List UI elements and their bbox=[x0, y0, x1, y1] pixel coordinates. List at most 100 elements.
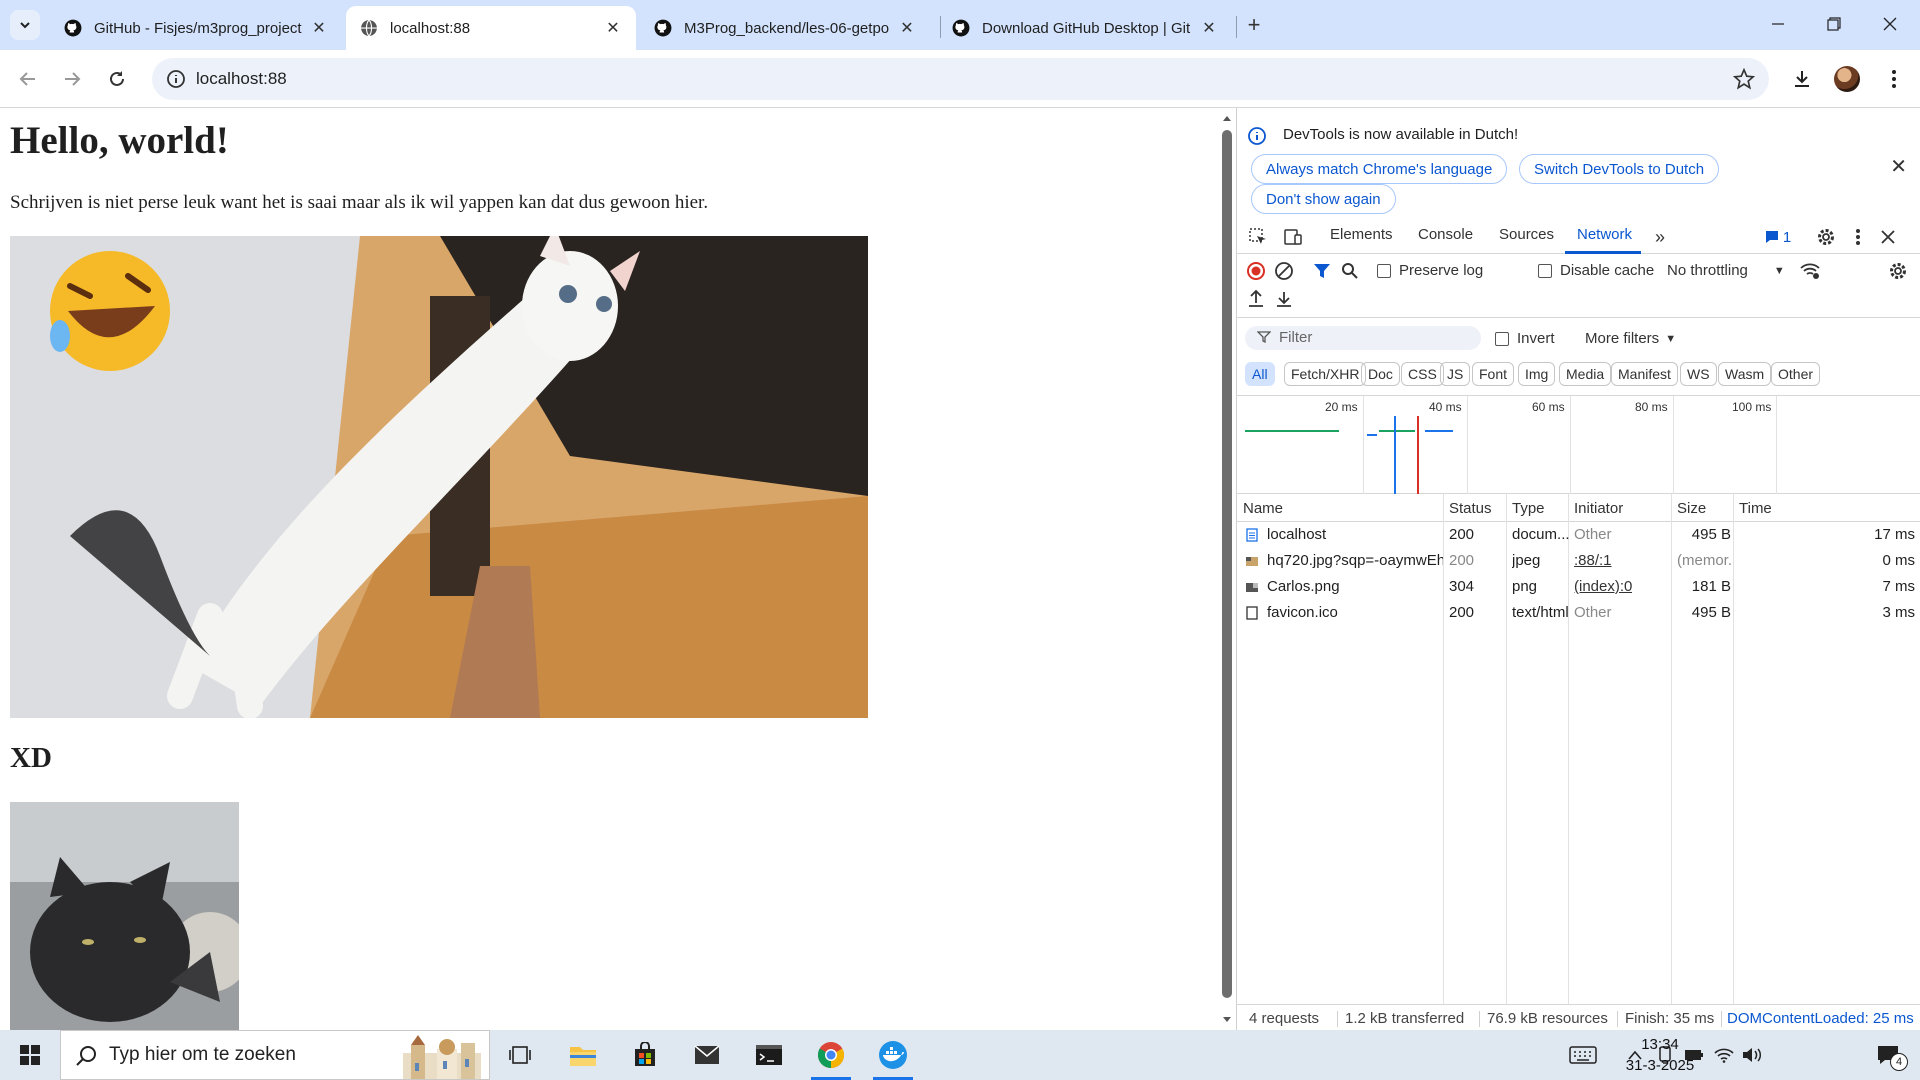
address-bar[interactable]: localhost:88 bbox=[152, 58, 1769, 100]
table-row[interactable]: hq720.jpg?sqp=-oaymwEhCK4... 200 jpeg :8… bbox=[1237, 548, 1920, 574]
task-view-button[interactable] bbox=[490, 1030, 550, 1080]
filter-funnel-icon[interactable] bbox=[1311, 260, 1333, 282]
start-button[interactable] bbox=[0, 1030, 60, 1080]
switch-to-dutch-button[interactable]: Switch DevTools to Dutch bbox=[1519, 154, 1720, 184]
export-har-icon[interactable] bbox=[1273, 288, 1295, 310]
file-explorer-app[interactable] bbox=[553, 1030, 613, 1080]
checkbox[interactable] bbox=[1495, 331, 1509, 346]
inspect-element-icon[interactable] bbox=[1247, 226, 1269, 248]
type-filter-js[interactable]: JS bbox=[1440, 362, 1471, 386]
terminal-app[interactable] bbox=[739, 1030, 799, 1080]
tab-elements[interactable]: Elements bbox=[1330, 226, 1393, 243]
tab-localhost[interactable]: localhost:88 ✕ bbox=[346, 6, 636, 50]
tab-github-desktop[interactable]: Download GitHub Desktop | Git ✕ bbox=[938, 6, 1232, 50]
chrome-menu-button[interactable] bbox=[1880, 65, 1908, 93]
disable-cache-checkbox[interactable]: Disable cache bbox=[1538, 262, 1654, 279]
network-settings-gear-icon[interactable] bbox=[1887, 260, 1909, 282]
type-filter-other[interactable]: Other bbox=[1771, 362, 1821, 386]
issues-badge[interactable]: 1 bbox=[1761, 226, 1795, 248]
downloads-button[interactable] bbox=[1788, 65, 1816, 93]
dont-show-again-button[interactable]: Don't show again bbox=[1251, 184, 1396, 214]
transferred-size: 1.2 kB transferred bbox=[1345, 1010, 1465, 1027]
device-toolbar-icon[interactable] bbox=[1282, 226, 1304, 248]
network-conditions-icon[interactable] bbox=[1799, 260, 1821, 282]
page-scrollbar[interactable] bbox=[1218, 108, 1236, 1030]
url-text[interactable]: localhost:88 bbox=[196, 69, 287, 89]
keyboard-layout-icon[interactable] bbox=[1568, 1045, 1598, 1065]
close-icon[interactable]: ✕ bbox=[604, 19, 622, 37]
bookmark-star-icon[interactable] bbox=[1733, 68, 1755, 90]
close-icon[interactable]: ✕ bbox=[310, 19, 328, 37]
column-size[interactable]: Size bbox=[1677, 500, 1706, 517]
close-devtools-icon[interactable] bbox=[1877, 226, 1899, 248]
taskbar-search-box[interactable]: Typ hier om te zoeken bbox=[60, 1030, 490, 1080]
tab-sources[interactable]: Sources bbox=[1499, 226, 1554, 243]
record-stop-icon[interactable] bbox=[1245, 260, 1267, 282]
more-tabs-icon[interactable]: » bbox=[1649, 226, 1671, 248]
type-filter-img[interactable]: Img bbox=[1518, 362, 1556, 386]
more-vertical-icon[interactable] bbox=[1847, 226, 1869, 248]
column-initiator[interactable]: Initiator bbox=[1574, 500, 1623, 517]
import-har-icon[interactable] bbox=[1245, 288, 1267, 310]
preserve-log-checkbox[interactable]: Preserve log bbox=[1377, 262, 1483, 279]
minimize-button[interactable] bbox=[1750, 0, 1806, 48]
type-filter-wasm[interactable]: Wasm bbox=[1718, 362, 1772, 386]
tab-search-button[interactable] bbox=[10, 10, 40, 40]
filter-input[interactable]: Filter bbox=[1245, 326, 1481, 350]
mail-app[interactable] bbox=[677, 1030, 737, 1080]
close-icon[interactable]: ✕ bbox=[898, 19, 916, 37]
reload-button[interactable] bbox=[103, 65, 131, 93]
restore-button[interactable] bbox=[1806, 0, 1862, 48]
column-status[interactable]: Status bbox=[1449, 500, 1492, 517]
scroll-down-icon[interactable] bbox=[1222, 1016, 1232, 1024]
tab-network[interactable]: Network bbox=[1577, 226, 1632, 243]
reload-icon bbox=[110, 71, 124, 86]
taskbar-clock[interactable]: 13:34 31-3-2025 bbox=[1620, 1034, 1700, 1076]
table-row[interactable]: Carlos.png 304 png (index):0 181 B 7 ms bbox=[1237, 574, 1920, 600]
request-initiator-link[interactable]: (index):0 bbox=[1574, 578, 1632, 595]
search-icon[interactable] bbox=[1339, 260, 1361, 282]
type-filter-all[interactable]: All bbox=[1245, 362, 1275, 386]
wifi-icon[interactable] bbox=[1713, 1045, 1735, 1065]
type-filter-fetch-xhr[interactable]: Fetch/XHR bbox=[1284, 362, 1367, 386]
settings-gear-icon[interactable] bbox=[1815, 226, 1837, 248]
tab-github-project[interactable]: GitHub - Fisjes/m3prog_project ✕ bbox=[50, 6, 342, 50]
table-row[interactable]: localhost 200 docum... Other 495 B 17 ms bbox=[1237, 522, 1920, 548]
column-type[interactable]: Type bbox=[1512, 500, 1545, 517]
notification-center-button[interactable]: 4 bbox=[1868, 1045, 1908, 1071]
volume-icon[interactable] bbox=[1741, 1045, 1763, 1065]
chrome-app[interactable] bbox=[801, 1030, 861, 1080]
close-icon[interactable]: ✕ bbox=[1890, 154, 1907, 179]
type-filter-doc[interactable]: Doc bbox=[1361, 362, 1400, 386]
type-filter-ws[interactable]: WS bbox=[1680, 362, 1717, 386]
tab-m3prog-backend[interactable]: M3Prog_backend/les-06-getpo ✕ bbox=[640, 6, 930, 50]
new-tab-button[interactable]: + bbox=[1240, 11, 1268, 39]
more-filters-dropdown[interactable]: More filters ▼ bbox=[1585, 330, 1676, 347]
scrollbar-thumb[interactable] bbox=[1222, 130, 1232, 998]
close-icon[interactable]: ✕ bbox=[1200, 19, 1218, 37]
network-overview-timeline[interactable]: 20 ms 40 ms 60 ms 80 ms 100 ms bbox=[1237, 396, 1920, 494]
docker-app[interactable] bbox=[863, 1030, 923, 1080]
checkbox[interactable] bbox=[1377, 263, 1391, 278]
back-button[interactable] bbox=[14, 65, 42, 93]
forward-button[interactable] bbox=[58, 65, 86, 93]
type-filter-font[interactable]: Font bbox=[1472, 362, 1515, 386]
type-filter-css[interactable]: CSS bbox=[1401, 362, 1444, 386]
scroll-up-icon[interactable] bbox=[1222, 114, 1232, 122]
invert-checkbox[interactable]: Invert bbox=[1495, 330, 1555, 347]
window-close-button[interactable] bbox=[1862, 0, 1918, 48]
site-info-icon[interactable] bbox=[166, 69, 186, 89]
request-initiator-link[interactable]: :88/:1 bbox=[1574, 552, 1612, 569]
profile-button[interactable] bbox=[1833, 65, 1861, 93]
tab-console[interactable]: Console bbox=[1418, 226, 1473, 243]
throttling-select[interactable]: No throttling ▼ bbox=[1667, 262, 1785, 279]
table-row[interactable]: favicon.ico 200 text/html Other 495 B 3 … bbox=[1237, 600, 1920, 626]
microsoft-store-app[interactable] bbox=[615, 1030, 675, 1080]
clear-icon[interactable] bbox=[1273, 260, 1295, 282]
match-language-button[interactable]: Always match Chrome's language bbox=[1251, 154, 1508, 184]
type-filter-manifest[interactable]: Manifest bbox=[1611, 362, 1678, 386]
checkbox[interactable] bbox=[1538, 263, 1552, 278]
type-filter-media[interactable]: Media bbox=[1559, 362, 1612, 386]
column-name[interactable]: Name bbox=[1243, 500, 1283, 517]
column-time[interactable]: Time bbox=[1739, 500, 1772, 517]
